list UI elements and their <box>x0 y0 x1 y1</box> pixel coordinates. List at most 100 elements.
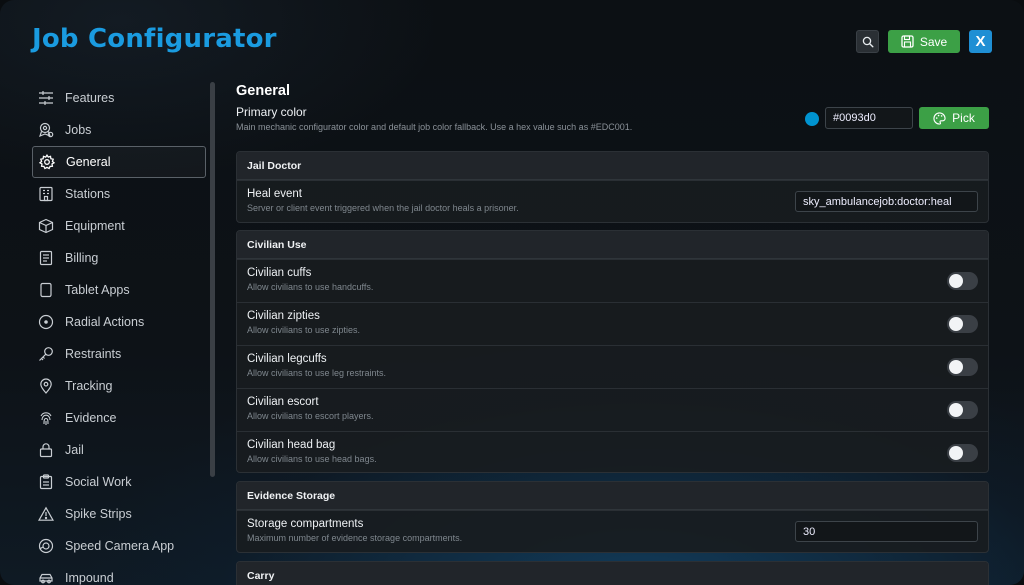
pick-label: Pick <box>952 111 975 125</box>
search-button[interactable] <box>856 30 879 53</box>
heal-event-input[interactable] <box>795 191 978 212</box>
box-icon <box>37 217 55 235</box>
civilian-escort-row: Civilian escort Allow civilians to escor… <box>237 388 988 431</box>
sidebar-item-billing[interactable]: Billing <box>32 242 206 274</box>
close-button[interactable]: X <box>969 30 992 53</box>
clipboard-icon <box>37 473 55 491</box>
toggle-knob <box>949 360 963 374</box>
sidebar-item-label: General <box>66 155 111 169</box>
color-swatch <box>805 112 819 126</box>
sidebar-item-label: Spike Strips <box>65 507 132 521</box>
close-icon: X <box>975 33 986 50</box>
carry-section: Carry <box>236 561 989 585</box>
sidebar-item-tracking[interactable]: Tracking <box>32 370 206 402</box>
section-title: Evidence Storage <box>237 482 988 510</box>
save-icon <box>901 35 914 48</box>
sidebar-item-label: Features <box>65 91 115 105</box>
primary-color-row: Primary color Main mechanic configurator… <box>236 105 989 143</box>
sidebar-item-label: Equipment <box>65 219 125 233</box>
sidebar-item-label: Tracking <box>65 379 113 393</box>
gear-icon <box>38 153 56 171</box>
sidebar-item-stations[interactable]: Stations <box>32 178 206 210</box>
setting-label: Civilian legcuffs <box>247 353 327 365</box>
evidence-storage-section: Evidence Storage Storage compartments Ma… <box>236 481 989 553</box>
sidebar-item-label: Radial Actions <box>65 315 145 329</box>
palette-icon <box>933 111 946 125</box>
section-title: Civilian Use <box>237 231 988 259</box>
sidebar-item-spike-strips[interactable]: Spike Strips <box>32 498 206 530</box>
sidebar-item-social-work[interactable]: Social Work <box>32 466 206 498</box>
sidebar-item-label: Tablet Apps <box>65 283 130 297</box>
app-title: Job Configurator <box>32 24 277 54</box>
civilian-cuffs-row: Civilian cuffs Allow civilians to use ha… <box>237 259 988 302</box>
receipt-icon <box>37 249 55 267</box>
setting-label: Civilian cuffs <box>247 267 312 279</box>
search-icon <box>862 36 874 48</box>
civilian-cuffs-toggle[interactable] <box>947 272 978 290</box>
sidebar-item-impound[interactable]: Impound <box>32 562 206 585</box>
civilian-head-bag-row: Civilian head bag Allow civilians to use… <box>237 431 988 472</box>
sidebar-item-speed-camera-app[interactable]: Speed Camera App <box>32 530 206 562</box>
sidebar-item-label: Jobs <box>65 123 92 137</box>
jail-doctor-section: Jail Doctor Heal event Server or client … <box>236 151 989 223</box>
sidebar-item-jail[interactable]: Jail <box>32 434 206 466</box>
civilian-escort-toggle[interactable] <box>947 401 978 419</box>
badge-icon <box>37 121 55 139</box>
storage-compartments-input[interactable] <box>795 521 978 542</box>
sidebar-scrollbar[interactable] <box>210 82 215 477</box>
civilian-legcuffs-toggle[interactable] <box>947 358 978 376</box>
civilian-use-section: Civilian Use Civilian cuffs Allow civili… <box>236 230 989 473</box>
sidebar-item-jobs[interactable]: Jobs <box>32 114 206 146</box>
key-icon <box>37 345 55 363</box>
primary-color-input[interactable] <box>825 107 913 129</box>
setting-description: Allow civilians to escort players. <box>247 411 374 421</box>
sidebar-item-label: Restraints <box>65 347 122 361</box>
sidebar-item-label: Social Work <box>65 475 132 489</box>
storage-compartments-row: Storage compartments Maximum number of e… <box>237 510 988 552</box>
section-title: Carry <box>237 562 988 585</box>
sidebar: Features Jobs General Stations Equipment… <box>32 82 206 585</box>
civilian-head-bag-toggle[interactable] <box>947 444 978 462</box>
save-button[interactable]: Save <box>888 30 960 53</box>
toggle-knob <box>949 317 963 331</box>
sidebar-item-label: Stations <box>65 187 111 201</box>
sidebar-item-label: Jail <box>65 443 84 457</box>
warning-icon <box>37 505 55 523</box>
sidebar-item-evidence[interactable]: Evidence <box>32 402 206 434</box>
sidebar-item-restraints[interactable]: Restraints <box>32 338 206 370</box>
setting-label: Civilian escort <box>247 396 319 408</box>
fingerprint-icon <box>37 409 55 427</box>
camera-icon <box>37 537 55 555</box>
page-title: General <box>236 83 290 99</box>
sidebar-item-features[interactable]: Features <box>32 82 206 114</box>
toggle-knob <box>949 446 963 460</box>
sidebar-item-radial-actions[interactable]: Radial Actions <box>32 306 206 338</box>
section-title: Jail Doctor <box>237 152 988 180</box>
sidebar-item-label: Billing <box>65 251 99 265</box>
tablet-icon <box>37 281 55 299</box>
save-label: Save <box>919 34 948 49</box>
sidebar-item-equipment[interactable]: Equipment <box>32 210 206 242</box>
map-pin-icon <box>37 377 55 395</box>
car-icon <box>37 569 55 585</box>
setting-description: Allow civilians to use leg restraints. <box>247 368 387 378</box>
heal-event-row: Heal event Server or client event trigge… <box>237 180 988 222</box>
toggle-knob <box>949 403 963 417</box>
sidebar-item-label: Impound <box>65 571 114 585</box>
lock-icon <box>37 441 55 459</box>
toggle-knob <box>949 274 963 288</box>
building-icon <box>37 185 55 203</box>
sidebar-item-tablet-apps[interactable]: Tablet Apps <box>32 274 206 306</box>
sliders-icon <box>37 89 55 107</box>
radial-icon <box>37 313 55 331</box>
civilian-legcuffs-row: Civilian legcuffs Allow civilians to use… <box>237 345 988 388</box>
sidebar-item-general[interactable]: General <box>32 146 206 178</box>
setting-description: Allow civilians to use zipties. <box>247 325 361 335</box>
civilian-zipties-row: Civilian zipties Allow civilians to use … <box>237 302 988 345</box>
pick-color-button[interactable]: Pick <box>919 107 989 129</box>
civilian-zipties-toggle[interactable] <box>947 315 978 333</box>
app-window: Job Configurator Save X Features Jobs Ge… <box>0 0 1024 585</box>
setting-label: Civilian head bag <box>247 439 336 451</box>
sidebar-item-label: Speed Camera App <box>65 539 175 553</box>
sidebar-item-label: Evidence <box>65 411 117 425</box>
